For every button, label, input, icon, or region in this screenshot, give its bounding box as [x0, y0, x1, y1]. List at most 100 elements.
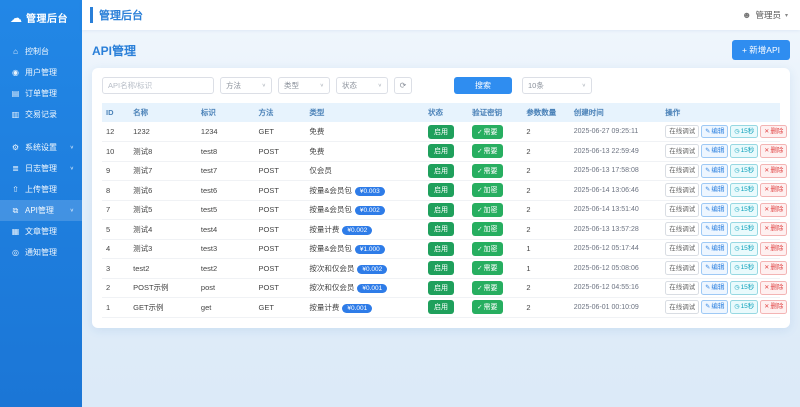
delete-button[interactable]: ✕删除 [760, 202, 788, 217]
status-badge: 启用 [428, 241, 455, 256]
status-badge: 启用 [428, 144, 455, 159]
sidebar-item[interactable]: ▦ 文章管理 ∨ [0, 221, 82, 242]
delete-button[interactable]: ✕删除 [760, 261, 788, 276]
cloud-icon: ☁ [10, 10, 22, 25]
delete-button[interactable]: ✕删除 [760, 144, 788, 159]
header-status: 状态 [424, 103, 469, 122]
verify-label: 需要 [483, 128, 498, 136]
cell-actions: 在线调试 ✎编辑 ◷15秒 ✕删除 [661, 161, 788, 181]
cache-button[interactable]: ◷15秒 [730, 261, 759, 276]
debug-button[interactable]: 在线调试 [665, 163, 700, 178]
sidebar-item[interactable]: ⇧ 上传管理 ∨ [0, 179, 82, 200]
edit-icon: ✎ [705, 148, 711, 155]
cell-slug: test2 [196, 258, 255, 279]
main-area: 管理后台 ☻ 管理员 ▾ API管理 + 新增API 方法 ∨ [82, 0, 800, 407]
method-select[interactable]: 方法 ∨ [220, 77, 272, 94]
cache-button[interactable]: ◷15秒 [730, 300, 759, 315]
debug-button[interactable]: 在线调试 [665, 300, 700, 315]
sidebar-item[interactable]: ⌂ 控制台 ∨ [0, 41, 82, 62]
delete-button[interactable]: ✕删除 [760, 300, 788, 315]
check-icon: ✓ [477, 265, 483, 273]
type-select[interactable]: 类型 ∨ [278, 77, 330, 94]
cell-slug: test8 [196, 141, 255, 162]
price-badge: ¥0.002 [354, 206, 385, 216]
cell-verify: ✓加密 [468, 219, 523, 240]
cell-name: test2 [129, 258, 197, 279]
edit-button[interactable]: ✎编辑 [701, 144, 729, 159]
cell-actions: 在线调试 ✎编辑 ◷15秒 ✕删除 [661, 278, 788, 298]
price-badge: ¥0.002 [342, 225, 373, 235]
page-size-select[interactable]: 10条 ∨ [522, 77, 592, 94]
delete-button[interactable]: ✕删除 [760, 241, 788, 256]
sidebar-item[interactable]: ⚙ 系统设置 ∨ [0, 137, 82, 158]
debug-button[interactable]: 在线调试 [665, 183, 700, 198]
debug-button[interactable]: 在线调试 [665, 261, 700, 276]
edit-label: 编辑 [711, 225, 725, 233]
status-select[interactable]: 状态 ∨ [336, 77, 388, 94]
edit-button[interactable]: ✎编辑 [701, 202, 729, 217]
delete-button[interactable]: ✕删除 [760, 124, 788, 139]
cell-verify: ✓加密 [468, 200, 523, 220]
cache-button[interactable]: ◷15秒 [730, 241, 759, 256]
cell-created-time: 2025-06-27 09:25:11 [569, 122, 662, 142]
search-button[interactable]: 搜索 [454, 77, 512, 94]
sidebar: ☁ 管理后台 ⌂ 控制台 ∨ ◉ 用户管理 ∨ ▤ 订单管理 [0, 0, 82, 407]
user-menu[interactable]: ☻ 管理员 ▾ [742, 9, 788, 21]
verify-label: 加密 [483, 245, 498, 253]
debug-button[interactable]: 在线调试 [665, 144, 700, 159]
delete-button[interactable]: ✕删除 [760, 222, 788, 237]
cache-button[interactable]: ◷15秒 [730, 163, 759, 178]
cache-button[interactable]: ◷15秒 [730, 202, 759, 217]
add-api-button[interactable]: + 新增API [731, 40, 790, 60]
cache-button[interactable]: ◷15秒 [730, 222, 759, 237]
edit-button[interactable]: ✎编辑 [701, 222, 729, 237]
sidebar-item[interactable]: ⧉ API管理 ∨ [0, 200, 82, 221]
cell-params: 1 [522, 239, 570, 259]
edit-label: 编辑 [711, 283, 725, 291]
edit-button[interactable]: ✎编辑 [701, 261, 729, 276]
sidebar-item[interactable]: ◎ 通知管理 ∨ [0, 242, 82, 263]
debug-button[interactable]: 在线调试 [665, 222, 700, 237]
refresh-button[interactable]: ⟳ [394, 77, 412, 94]
header-time: 创建时间 [569, 103, 662, 122]
sidebar-item-icon: ⇧ [12, 185, 19, 194]
cell-actions: 在线调试 ✎编辑 ◷15秒 ✕删除 [661, 219, 788, 240]
edit-button[interactable]: ✎编辑 [701, 300, 729, 315]
sidebar-item-label: 通知管理 [25, 248, 57, 257]
method-select-value: 方法 [226, 81, 241, 90]
sidebar-item[interactable]: ▥ 交易记录 ∨ [0, 104, 82, 125]
cell-created-time: 2025-06-13 22:59:49 [569, 141, 662, 162]
sidebar-item[interactable]: ≣ 日志管理 ∨ [0, 158, 82, 179]
sidebar-item[interactable]: ▤ 订单管理 ∨ [0, 83, 82, 104]
cache-label: 15秒 [740, 225, 755, 233]
cell-verify: ✓加密 [468, 239, 523, 259]
edit-button[interactable]: ✎编辑 [701, 241, 729, 256]
cell-type: 按量&会员包 ¥0.003 [305, 180, 425, 201]
cell-method: POST [254, 141, 306, 162]
cache-button[interactable]: ◷15秒 [730, 183, 759, 198]
debug-button[interactable]: 在线调试 [665, 124, 700, 139]
cell-slug: test3 [196, 239, 255, 259]
delete-button[interactable]: ✕删除 [760, 183, 788, 198]
cache-button[interactable]: ◷15秒 [730, 124, 759, 139]
edit-button[interactable]: ✎编辑 [701, 183, 729, 198]
cache-button[interactable]: ◷15秒 [730, 280, 759, 295]
filter-bar: 方法 ∨ 类型 ∨ 状态 ∨ ⟳ 搜索 [102, 77, 780, 94]
check-icon: ✓ [477, 226, 483, 234]
edit-button[interactable]: ✎编辑 [701, 163, 729, 178]
edit-button[interactable]: ✎编辑 [701, 280, 729, 295]
cell-params: 2 [522, 200, 570, 220]
delete-button[interactable]: ✕删除 [760, 280, 788, 295]
debug-button[interactable]: 在线调试 [665, 241, 700, 256]
delete-button[interactable]: ✕删除 [760, 163, 788, 178]
cache-button[interactable]: ◷15秒 [730, 144, 759, 159]
debug-button[interactable]: 在线调试 [665, 202, 700, 217]
sidebar-item[interactable]: ◉ 用户管理 ∨ [0, 62, 82, 83]
search-input[interactable] [102, 77, 214, 94]
cell-id: 8 [102, 180, 130, 201]
verify-badge: ✓加密 [472, 222, 503, 237]
sidebar-item-label: API管理 [25, 206, 54, 215]
debug-button[interactable]: 在线调试 [665, 280, 700, 295]
edit-button[interactable]: ✎编辑 [701, 124, 729, 139]
status-badge: 启用 [428, 261, 455, 276]
